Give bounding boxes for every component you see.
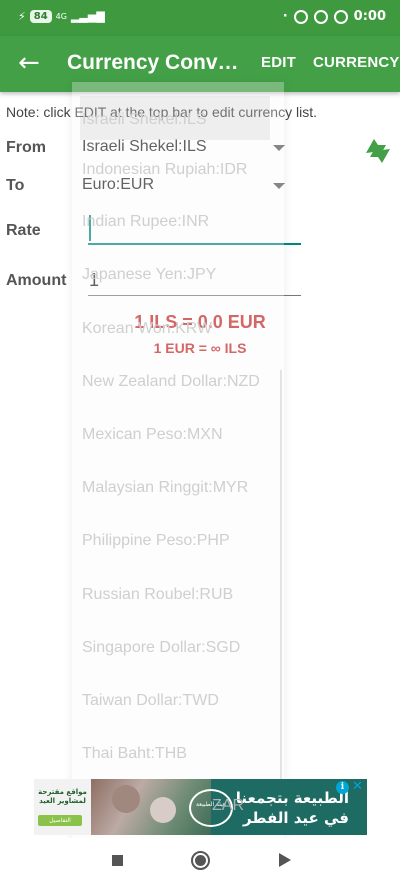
- network-label: 4G: [55, 12, 67, 21]
- page-title: Currency Converter: [67, 51, 245, 74]
- ad-side-button[interactable]: التفاصيل: [38, 815, 82, 826]
- to-label: To: [6, 177, 25, 194]
- status-right: · 0:00: [283, 9, 386, 24]
- status-left: ⚡ 84 4G ▂▃▅▇: [18, 10, 105, 23]
- dropdown-item[interactable]: Korean Won:KRW: [82, 320, 212, 338]
- dropdown-item[interactable]: Russian Roubel:RUB: [82, 586, 233, 604]
- currency-dropdown[interactable]: [72, 82, 284, 842]
- notification-icon: [293, 9, 308, 24]
- whatsapp-icon: [333, 9, 348, 24]
- ad-side-panel: مواقع مقترحة لمشاوير العيد التفاصيل: [34, 779, 91, 835]
- from-label: From: [6, 139, 46, 156]
- system-nav-bar: [0, 838, 400, 888]
- swap-arrows-icon[interactable]: [360, 133, 396, 169]
- battery-indicator: 84: [29, 10, 52, 23]
- ad-person-image: [112, 785, 140, 813]
- dropdown-item[interactable]: Singapore Dollar:SGD: [82, 639, 240, 657]
- amount-label: Amount: [6, 272, 67, 289]
- ad-close-icon[interactable]: ✕: [351, 780, 364, 793]
- clock: 0:00: [353, 9, 386, 24]
- circle-icon[interactable]: [191, 851, 210, 870]
- rate-label: Rate: [6, 222, 41, 239]
- square-icon[interactable]: [112, 855, 123, 866]
- currency-button[interactable]: CURRENCY: [313, 54, 400, 71]
- ad-banner[interactable]: مواقع مقترحة لمشاوير العيد التفاصيل هيئة…: [34, 779, 367, 835]
- dropdown-item[interactable]: Japanese Yen:JPY: [82, 266, 216, 284]
- ad-side-text: مواقع مقترحة لمشاوير العيد: [38, 788, 87, 805]
- ad-person-image: [150, 797, 176, 823]
- signal-icon: ▂▃▅▇: [70, 10, 105, 23]
- edit-button[interactable]: EDIT: [261, 54, 296, 71]
- dropdown-scrollbar[interactable]: [280, 370, 282, 810]
- dropdown-item[interactable]: ZAR: [212, 797, 244, 815]
- dropdown-item[interactable]: Mexican Peso:MXN: [82, 426, 223, 444]
- arrow-left-icon[interactable]: ←: [18, 50, 46, 78]
- triangle-icon[interactable]: [279, 853, 291, 867]
- dropdown-item[interactable]: Indonesian Rupiah:IDR: [82, 161, 247, 179]
- dot-icon: ·: [282, 9, 288, 24]
- dropdown-item[interactable]: Thai Baht:THB: [82, 745, 187, 763]
- dropdown-item[interactable]: Israeli Shekel:ILS: [82, 111, 207, 129]
- app-notification-icon: [313, 9, 328, 24]
- charging-icon: ⚡: [18, 10, 26, 23]
- status-bar: ⚡ 84 4G ▂▃▅▇ · 0:00: [0, 0, 400, 36]
- ad-info-icon[interactable]: i: [336, 781, 349, 794]
- ad-headline: الطبيعة بتجمعنا في عيد الفطر: [235, 789, 349, 827]
- dropdown-item[interactable]: New Zealand Dollar:NZD: [82, 373, 260, 391]
- dropdown-item[interactable]: Indian Rupee:INR: [82, 213, 209, 231]
- dropdown-item[interactable]: Taiwan Dollar:TWD: [82, 692, 219, 710]
- dropdown-item[interactable]: Malaysian Ringgit:MYR: [82, 479, 248, 497]
- dropdown-item[interactable]: Philippine Peso:PHP: [82, 532, 230, 550]
